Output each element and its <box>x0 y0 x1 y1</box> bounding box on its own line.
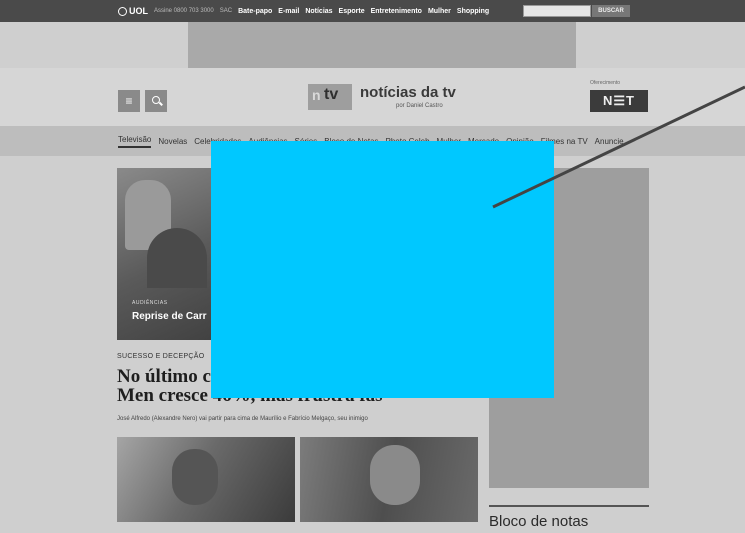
top-link-entretenimento[interactable]: Entretenimento <box>371 8 422 15</box>
nav-item-novelas[interactable]: Novelas <box>158 137 187 146</box>
bloco-de-notas-heading[interactable]: Bloco de notas <box>489 513 588 530</box>
top-link-email[interactable]: E-mail <box>278 8 299 15</box>
top-link-shopping[interactable]: Shopping <box>457 8 489 15</box>
menu-button[interactable]: ≡ <box>118 90 140 112</box>
top-link-mulher[interactable]: Mulher <box>428 8 451 15</box>
nav-item-televisao[interactable]: Televisão <box>118 135 152 148</box>
top-link-esporte[interactable]: Esporte <box>339 8 365 15</box>
site-title[interactable]: notícias da tv <box>360 84 456 101</box>
hero-title[interactable]: Reprise de Carr <box>132 311 206 322</box>
top-link-noticias[interactable]: Notícias <box>305 8 332 15</box>
top-link-bate-papo[interactable]: Bate-papo <box>238 8 272 15</box>
top-bar-links: UOL Assine 0800 703 3000 SAC Bate-papo E… <box>118 0 489 22</box>
top-bar: UOL Assine 0800 703 3000 SAC Bate-papo E… <box>0 0 745 22</box>
article-thumbnail-1[interactable] <box>117 437 295 522</box>
subscribe-link[interactable]: Assine 0800 703 3000 <box>154 8 214 14</box>
ntv-logo[interactable]: n tv <box>308 84 352 110</box>
menu-icon: ≡ <box>125 94 133 108</box>
highlight-box <box>211 141 554 398</box>
article-thumbnail-2[interactable] <box>300 437 478 522</box>
top-search-input[interactable] <box>523 5 591 17</box>
sponsor-label: Oferecimento <box>590 80 621 86</box>
search-button[interactable] <box>145 90 167 112</box>
sidebar-divider <box>489 505 649 507</box>
uol-ring-icon <box>118 6 127 16</box>
nav-item-anuncie[interactable]: Anuncie <box>595 137 624 146</box>
top-search-button[interactable]: BUSCAR <box>592 5 630 17</box>
site-byline: por Daniel Castro <box>396 103 443 109</box>
net-sponsor-logo[interactable]: N☰T <box>590 90 648 112</box>
article-section-tag: SUCESSO E DECEPÇÃO <box>117 353 205 360</box>
sac-link[interactable]: SAC <box>220 8 232 14</box>
hero-tag: AUDIÊNCIAS <box>132 300 168 306</box>
uol-logo[interactable]: UOL <box>118 6 148 16</box>
top-ad-banner[interactable] <box>188 22 576 68</box>
article-summary: José Alfredo (Alexandre Nero) vai partir… <box>117 416 368 422</box>
